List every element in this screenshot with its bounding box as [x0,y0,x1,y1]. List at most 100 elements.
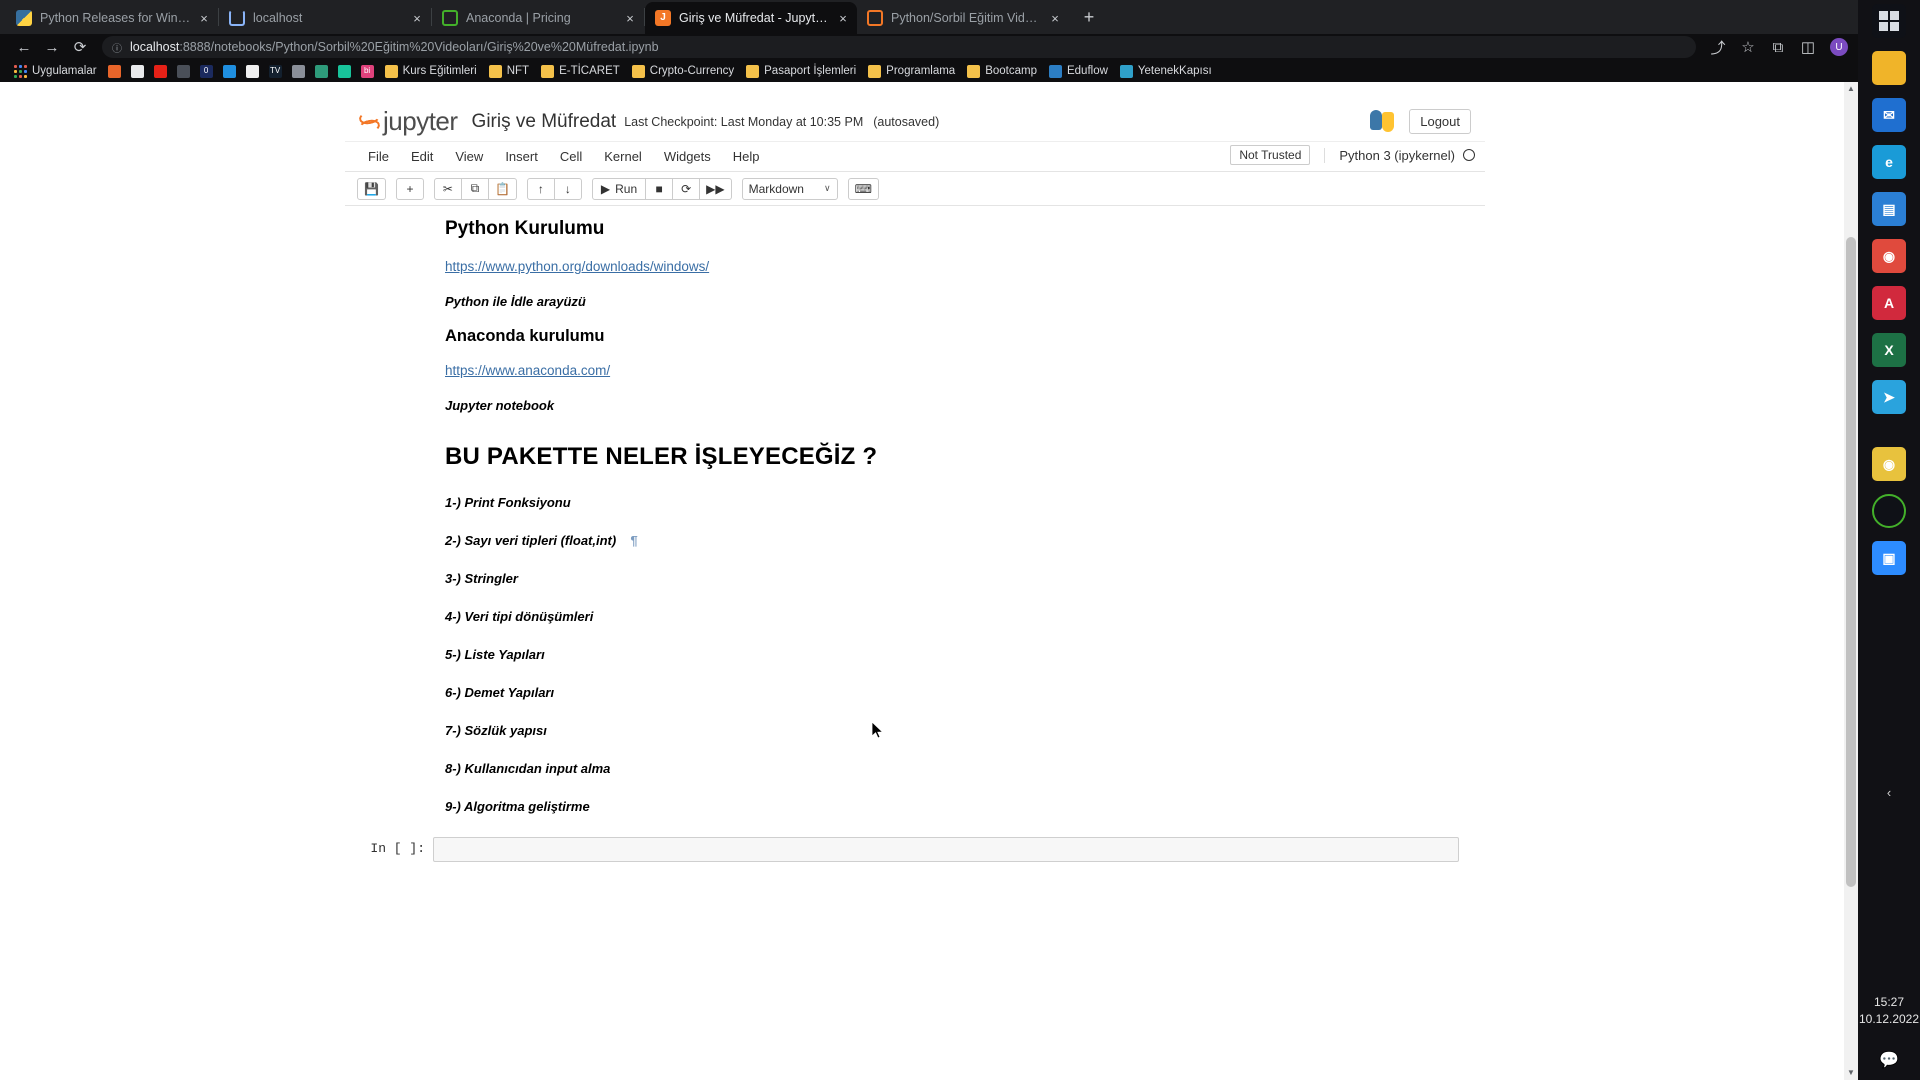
save-button[interactable]: 💾 [357,177,386,200]
browser-tab-2[interactable]: localhost × [219,2,431,34]
edge-icon[interactable]: e [1872,145,1906,179]
interrupt-kernel-button[interactable]: ■ [645,177,674,200]
share-icon[interactable]: ⤴ [1704,35,1732,59]
move-cell-up-button[interactable]: ↑ [526,177,555,200]
folder-icon [631,64,645,78]
bookmark-eticaret[interactable]: E-TİCARET [535,62,626,80]
code-cell[interactable]: In [ ]: [345,837,1485,862]
store-icon[interactable]: ▤ [1872,192,1906,226]
site-info-icon[interactable]: ⓘ [112,40,122,55]
back-icon[interactable]: ← [10,35,38,59]
menu-kernel[interactable]: Kernel [593,145,653,168]
bookmark-nft[interactable]: NFT [483,62,535,80]
logout-button[interactable]: Logout [1409,108,1471,134]
excel-icon[interactable]: X [1872,333,1906,367]
restart-and-run-all-button[interactable]: ▶▶ [699,177,732,200]
bookmark-firefox[interactable] [103,62,126,80]
pdf-reader-icon[interactable]: A [1872,286,1906,320]
address-bar[interactable]: ⓘ localhost:8888/notebooks/Python/Sorbil… [102,36,1696,58]
menu-file[interactable]: File [357,145,400,168]
run-cell-button[interactable]: ▶ Run [591,177,647,200]
bookmark-mountain[interactable] [333,62,356,80]
trust-status-badge[interactable]: Not Trusted [1230,145,1311,165]
avatar[interactable]: U [1830,38,1848,56]
browser-tab-1[interactable]: Python Releases for Windows | P × [6,2,218,34]
anchor-link-icon[interactable]: ¶ [630,533,637,548]
close-tab-icon[interactable]: × [835,10,851,26]
bookmark-photos[interactable] [218,62,241,80]
extensions-icon[interactable]: ⧉ [1764,35,1792,59]
notification-center-button[interactable]: 💬 [1858,1050,1920,1070]
move-cell-down-button[interactable]: ↓ [553,177,582,200]
bookmark-label: Uygulamalar [32,65,97,77]
bookmark-uygulamalar[interactable]: Uygulamalar [8,62,103,80]
menu-view[interactable]: View [444,145,494,168]
markdown-cell-python-kurulumu[interactable]: Python Kurulumu https://www.python.org/d… [345,218,1485,814]
copy-cell-button[interactable]: ⧉ [460,177,489,200]
menu-help[interactable]: Help [722,145,771,168]
menu-widgets[interactable]: Widgets [653,145,722,168]
chrome-icon[interactable]: ◉ [1872,239,1906,273]
bookmark-yetenekkapisi[interactable]: YetenekKapısı [1114,62,1218,80]
jupyter-logo[interactable]: jupyter [357,106,458,137]
taskbar-clock[interactable]: 15:27 10.12.2022 [1858,994,1920,1028]
insert-cell-below-button[interactable]: + [395,177,424,200]
bookmark-tv2[interactable] [287,62,310,80]
side-panel-icon[interactable]: ◫ [1794,35,1822,59]
bookmark-kurs-egitimleri[interactable]: Kurs Eğitimleri [379,62,483,80]
cell-type-select[interactable]: Markdown ∨ [741,177,838,200]
reload-icon[interactable]: ⟳ [66,35,94,59]
close-tab-icon[interactable]: × [196,10,212,26]
kernel-name-label[interactable]: Python 3 (ipykernel) [1324,147,1463,163]
paste-cell-button[interactable]: 📋 [487,177,517,200]
bookmark-bi[interactable]: bi [356,62,379,80]
telegram-icon[interactable]: ➤ [1872,380,1906,414]
restart-kernel-button[interactable]: ⟳ [672,177,701,200]
start-windows-icon[interactable] [1872,4,1906,38]
scroll-up-arrow-icon[interactable]: ▲ [1844,82,1858,96]
anaconda-icon[interactable] [1872,494,1906,528]
chrome-active-icon[interactable]: ◉ [1872,447,1906,481]
bookmark-grid[interactable] [310,62,333,80]
page-scrollbar[interactable]: ▲ ▼ [1844,82,1858,1080]
bookmark-cloud[interactable] [126,62,149,80]
taskbar-collapse-button[interactable]: ‹ [1858,785,1920,800]
bookmark-ghost[interactable] [241,62,264,80]
bookmark-bootcamp[interactable]: Bootcamp [961,62,1043,80]
new-tab-button[interactable]: + [1075,4,1103,32]
link-anaconda[interactable]: https://www.anaconda.com/ [445,363,610,378]
jupyter-icon: J [655,10,671,26]
forward-icon[interactable]: → [38,35,66,59]
zoom-icon[interactable]: ▣ [1872,541,1906,575]
cut-cell-button[interactable]: ✂ [433,177,462,200]
menu-cell[interactable]: Cell [549,145,593,168]
scroll-down-arrow-icon[interactable]: ▼ [1844,1066,1858,1080]
notebook-title[interactable]: Giriş ve Müfredat [472,111,617,133]
code-input-area[interactable] [433,837,1459,862]
bookmark-eduflow[interactable]: Eduflow [1043,62,1114,80]
bookmark-programlama[interactable]: Programlama [862,62,961,80]
file-explorer-icon[interactable] [1872,51,1906,85]
browser-tab-3[interactable]: Anaconda | Pricing × [432,2,644,34]
bookmark-tv[interactable]: TV [264,62,287,80]
command-palette-button[interactable]: ⌨ [847,177,879,200]
input-prompt-label: In [ ]: [370,841,425,856]
bookmark-star-icon[interactable]: ☆ [1734,35,1762,59]
python-icon [16,10,32,26]
page-viewport: jupyter Giriş ve Müfredat Last Checkpoin… [0,82,1858,1080]
page-scrollbar-thumb[interactable] [1846,237,1856,887]
close-tab-icon[interactable]: × [622,10,638,26]
bookmark-pasaport-islemleri[interactable]: Pasaport İşlemleri [740,62,862,80]
menu-edit[interactable]: Edit [400,145,444,168]
browser-tab-4-active[interactable]: J Giriş ve Müfredat - Jupyter Note × [645,2,857,34]
close-tab-icon[interactable]: × [409,10,425,26]
mail-icon[interactable]: ✉ [1872,98,1906,132]
browser-tab-5[interactable]: Python/Sorbil Eğitim Videoları/ × [857,2,1069,34]
bookmark-youtube[interactable] [149,62,172,80]
close-tab-icon[interactable]: × [1047,10,1063,26]
link-python-downloads[interactable]: https://www.python.org/downloads/windows… [445,259,709,274]
menu-insert[interactable]: Insert [494,145,549,168]
bookmark-chart[interactable] [172,62,195,80]
bookmark-crypto-currency[interactable]: Crypto-Currency [626,62,740,80]
bookmark-zero[interactable]: 0 [195,62,218,80]
